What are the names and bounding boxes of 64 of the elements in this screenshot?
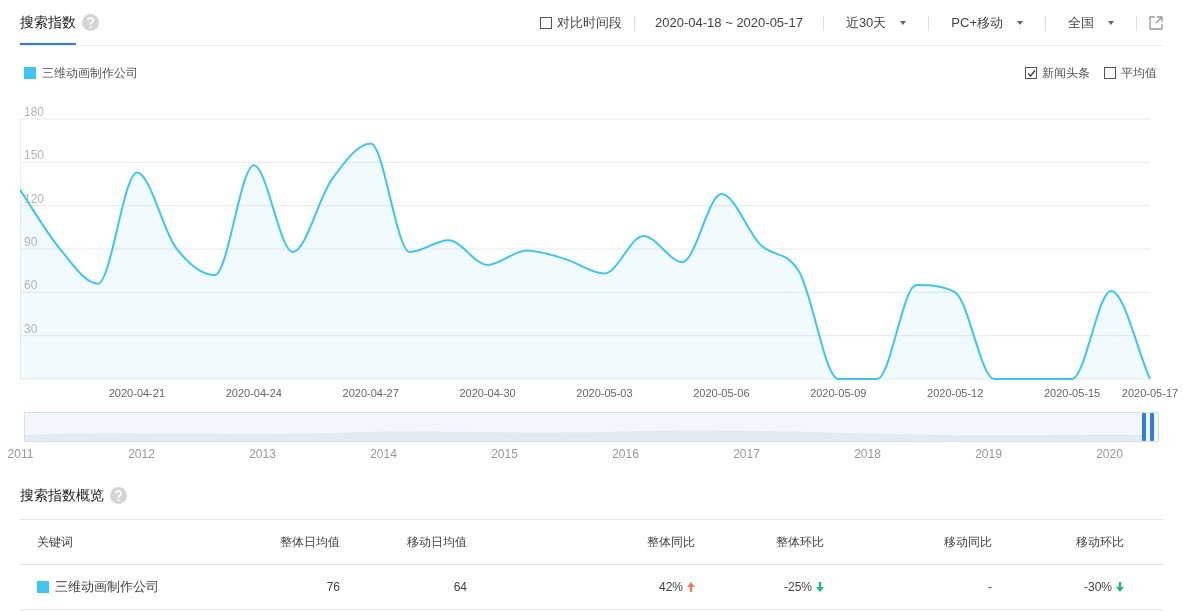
down-arrow-icon xyxy=(1116,582,1124,592)
column-header: 移动环比 xyxy=(1076,534,1124,551)
year-label: 2015 xyxy=(491,446,518,463)
year-label: 2012 xyxy=(128,446,155,463)
range-navigator[interactable] xyxy=(24,412,1159,442)
up-arrow-icon xyxy=(687,582,695,592)
y-tick-label: 90 xyxy=(24,235,38,249)
dropdown[interactable]: 全国 xyxy=(1058,12,1124,33)
tab[interactable]: 搜索指数 xyxy=(20,0,76,45)
down-arrow-icon xyxy=(816,582,824,592)
year-label: 2018 xyxy=(854,446,881,463)
x-tick-label: 2020-05-09 xyxy=(810,387,867,399)
checkbox[interactable] xyxy=(1025,67,1037,79)
year-label: 2014 xyxy=(370,446,397,463)
column-header: 关键词 xyxy=(37,535,73,549)
date-range-picker[interactable]: 2020-04-18 ~ 2020-05-17 xyxy=(647,12,811,33)
x-tick-label: 2020-05-03 xyxy=(576,387,633,399)
help-icon[interactable] xyxy=(82,14,99,31)
help-icon[interactable] xyxy=(110,487,127,504)
caret-icon xyxy=(900,20,907,25)
year-label: 2017 xyxy=(733,446,760,463)
year-label: 2020 xyxy=(1096,446,1123,463)
table-cell-text: 三维动画制作公司 xyxy=(55,578,159,597)
checkbox-label: 对比时间段 xyxy=(557,13,623,32)
x-tick-label: 2020-04-27 xyxy=(342,387,399,399)
y-tick-label: 60 xyxy=(24,278,38,293)
x-tick-label: 2020-04-24 xyxy=(225,387,282,399)
table-cell-text: 76 xyxy=(326,579,340,596)
checkbox-label: 平均值 xyxy=(1121,65,1157,82)
year-label: 2013 xyxy=(249,446,276,463)
table-cell-text: - xyxy=(988,579,992,596)
x-tick-label: 2020-04-30 xyxy=(459,387,516,399)
table-cell-text: -25% xyxy=(784,579,812,596)
column-header: 整体同比 xyxy=(647,534,695,551)
column-header: 移动同比 xyxy=(944,534,992,551)
range-handle[interactable] xyxy=(1142,413,1146,441)
dropdown[interactable]: 近30天 xyxy=(835,12,917,33)
range-handle[interactable] xyxy=(1150,413,1154,441)
x-tick-label: 2020-05-15 xyxy=(1043,387,1101,399)
checkbox-label: 新闻头条 xyxy=(1042,65,1090,82)
legend-label: 三维动画制作公司 xyxy=(42,65,138,82)
column-header: 移动日均值 xyxy=(407,534,467,551)
y-tick-label: 30 xyxy=(24,321,38,336)
dropdown[interactable]: PC+移动 xyxy=(941,12,1033,33)
checkbox[interactable] xyxy=(540,16,553,29)
table-cell-text: -30% xyxy=(1084,579,1112,596)
x-tick-label: 2020-04-21 xyxy=(108,387,166,399)
x-tick-label: 2020-05-06 xyxy=(693,387,750,399)
table-cell-text: 42% xyxy=(658,579,683,596)
year-label: 2019 xyxy=(975,446,1002,463)
x-tick-label: 2020-05-17 xyxy=(1121,387,1179,399)
column-header: 整体日均值 xyxy=(280,534,340,551)
checkbox[interactable] xyxy=(1104,67,1116,79)
year-label: 2011 xyxy=(7,446,34,463)
y-tick-label: 150 xyxy=(24,148,45,163)
section-title: 搜索指数概览 xyxy=(20,486,104,505)
export-icon[interactable] xyxy=(1149,15,1163,30)
table-cell-text: 64 xyxy=(453,579,467,596)
y-tick-label: 180 xyxy=(24,105,45,119)
column-header: 整体环比 xyxy=(776,534,824,551)
caret-icon xyxy=(1108,20,1114,25)
caret-icon xyxy=(1017,20,1023,25)
year-label: 2016 xyxy=(612,446,639,463)
x-tick-label: 2020-05-12 xyxy=(927,387,984,399)
